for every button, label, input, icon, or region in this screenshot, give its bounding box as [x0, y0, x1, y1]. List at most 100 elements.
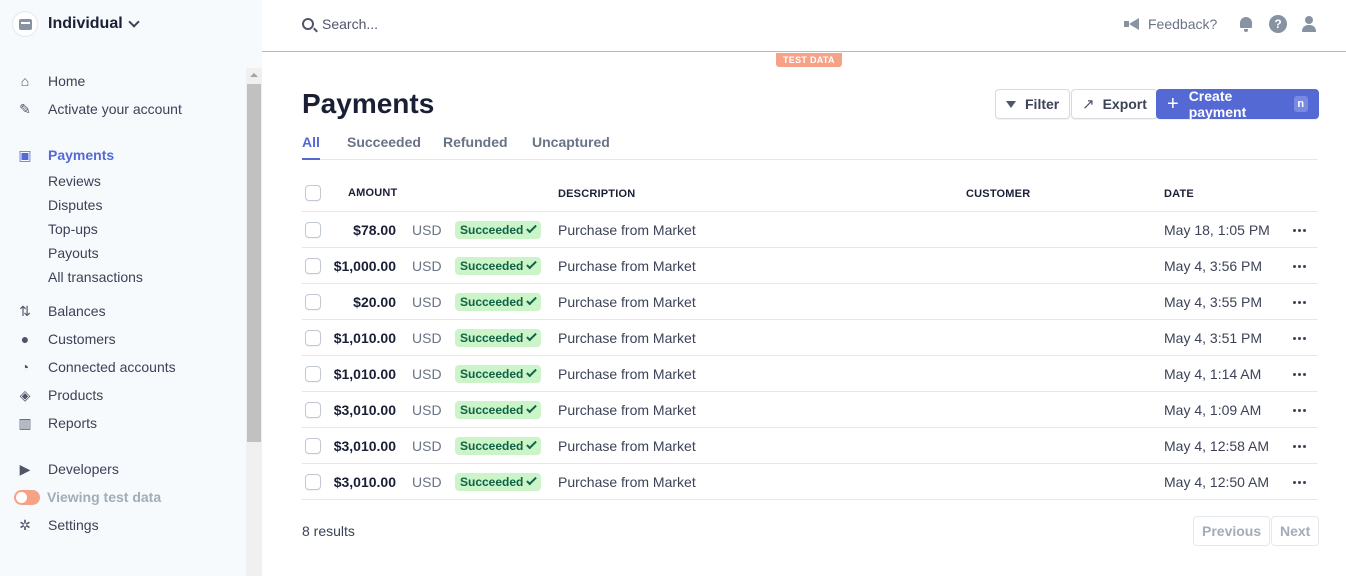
- more-options-icon[interactable]: [1292, 330, 1308, 346]
- tab-refunded[interactable]: Refunded: [443, 134, 508, 160]
- more-options-icon[interactable]: [1292, 438, 1308, 454]
- amount-cell: $20.00: [353, 294, 396, 310]
- tab-all[interactable]: All: [302, 134, 320, 160]
- sidebar-item-reviews[interactable]: Reviews: [48, 171, 101, 191]
- amount-cell: $3,010.00: [333, 438, 396, 454]
- status-label: Succeeded: [460, 439, 524, 453]
- status-badge: Succeeded: [455, 221, 542, 239]
- table-row[interactable]: $3,010.00 USD Succeeded Purchase from Marke…: [302, 392, 1318, 428]
- description-cell: Purchase from Market: [558, 438, 696, 454]
- more-options-icon[interactable]: [1292, 402, 1308, 418]
- customer-icon: ●: [20, 331, 30, 347]
- column-header-description: DESCRIPTION: [558, 188, 636, 200]
- bell-icon[interactable]: [1237, 15, 1255, 33]
- toggle-switch-icon: [14, 489, 40, 505]
- table-row[interactable]: $1,010.00 USD Succeeded Purchase from Marke…: [302, 356, 1318, 392]
- table-row[interactable]: $3,010.00 USD Succeeded Purchase from Marke…: [302, 428, 1318, 464]
- currency-cell: USD: [412, 438, 442, 454]
- user-icon[interactable]: [1300, 15, 1318, 33]
- help-icon[interactable]: ?: [1269, 15, 1287, 33]
- status-badge: Succeeded: [455, 329, 542, 347]
- search-placeholder: Search...: [322, 16, 379, 32]
- table-body: $78.00 USD Succeeded Purchase from Market Ma…: [302, 212, 1318, 500]
- currency-cell: USD: [412, 222, 442, 238]
- more-options-icon[interactable]: [1292, 222, 1308, 238]
- table-row[interactable]: $20.00 USD Succeeded Purchase from Market Ma…: [302, 284, 1318, 320]
- create-payment-label: Create payment: [1188, 88, 1247, 120]
- more-options-icon[interactable]: [1292, 258, 1308, 274]
- row-checkbox[interactable]: [305, 402, 321, 418]
- sidebar-item-payouts[interactable]: Payouts: [48, 243, 99, 263]
- table-row[interactable]: $1,000.00 USD Succeeded Purchase from Marke…: [302, 248, 1318, 284]
- row-checkbox[interactable]: [305, 474, 321, 490]
- account-switcher[interactable]: Individual: [12, 10, 140, 38]
- amount-cell: $3,010.00: [333, 402, 396, 418]
- more-options-icon[interactable]: [1292, 366, 1308, 382]
- scroll-up-icon[interactable]: [250, 73, 258, 77]
- home-icon: ⌂: [20, 73, 30, 89]
- date-cell: May 4, 3:55 PM: [1164, 294, 1263, 310]
- sidebar-item-disputes[interactable]: Disputes: [48, 195, 102, 215]
- results-count: 8 results: [302, 523, 355, 539]
- column-header-customer: CUSTOMER: [966, 188, 1031, 200]
- table-row[interactable]: $78.00 USD Succeeded Purchase from Market Ma…: [302, 212, 1318, 248]
- sidebar-item-customers[interactable]: ● Customers: [16, 328, 116, 350]
- connect-icon: ◔: [20, 359, 30, 375]
- date-cell: May 4, 3:56 PM: [1164, 258, 1263, 274]
- sidebar-item-connected-accounts[interactable]: ◔ Connected accounts: [16, 356, 176, 378]
- tab-uncaptured[interactable]: Uncaptured: [532, 134, 610, 160]
- row-checkbox[interactable]: [305, 222, 321, 238]
- feedback-label: Feedback?: [1148, 16, 1218, 32]
- select-all-checkbox[interactable]: [305, 185, 321, 201]
- sidebar-item-developers[interactable]: ▶ Developers: [16, 458, 119, 480]
- search-input[interactable]: Search...: [302, 16, 378, 32]
- row-checkbox[interactable]: [305, 366, 321, 382]
- column-header-amount: AMOUNT: [348, 187, 398, 199]
- status-label: Succeeded: [460, 403, 524, 417]
- sidebar-item-home[interactable]: ⌂ Home: [16, 70, 86, 92]
- test-data-label: Viewing test data: [47, 489, 162, 505]
- sidebar-item-top-ups[interactable]: Top-ups: [48, 219, 98, 239]
- feedback-button[interactable]: Feedback?: [1124, 16, 1217, 32]
- sidebar-item-products[interactable]: ◈ Products: [16, 384, 104, 406]
- status-label: Succeeded: [460, 331, 524, 345]
- filter-button[interactable]: Filter: [995, 89, 1071, 119]
- row-checkbox[interactable]: [305, 294, 321, 310]
- search-icon: [302, 18, 314, 30]
- page-title: Payments: [302, 88, 435, 119]
- row-checkbox[interactable]: [305, 438, 321, 454]
- test-data-toggle[interactable]: Viewing test data: [14, 486, 162, 508]
- sidebar-item-activate[interactable]: ✎ Activate your account: [16, 98, 182, 120]
- filter-label: Filter: [1025, 96, 1060, 112]
- scrollbar-thumb[interactable]: [247, 84, 261, 442]
- export-button[interactable]: ↗ Export: [1071, 89, 1158, 119]
- tab-succeeded[interactable]: Succeeded: [347, 134, 421, 160]
- create-payment-button[interactable]: + Create payment n: [1156, 88, 1319, 120]
- next-button[interactable]: Next: [1271, 516, 1320, 546]
- row-checkbox[interactable]: [305, 258, 321, 274]
- table-row[interactable]: $3,010.00 USD Succeeded Purchase from Marke…: [302, 464, 1318, 500]
- description-cell: Purchase from Market: [558, 330, 696, 346]
- account-name: Individual: [48, 15, 123, 32]
- sidebar-item-payments[interactable]: ▣ Payments: [16, 144, 114, 166]
- more-options-icon[interactable]: [1292, 474, 1308, 490]
- sidebar-item-reports[interactable]: ▥ Reports: [16, 412, 97, 434]
- table-header: AMOUNT DESCRIPTION CUSTOMER DATE: [302, 176, 1318, 212]
- table-row[interactable]: $1,010.00 USD Succeeded Purchase from Marke…: [302, 320, 1318, 356]
- sidebar-item-balances[interactable]: ⇅ Balances: [16, 300, 105, 322]
- status-badge: Succeeded: [455, 257, 542, 275]
- status-badge: Succeeded: [455, 365, 542, 383]
- row-checkbox[interactable]: [305, 330, 321, 346]
- gear-icon: ✲: [19, 516, 31, 533]
- more-options-icon[interactable]: [1292, 294, 1308, 310]
- sidebar-item-settings[interactable]: ✲ Settings: [16, 514, 98, 536]
- check-icon: [526, 402, 538, 414]
- previous-button[interactable]: Previous: [1193, 516, 1271, 546]
- sidebar: Individual ⌂ Home ✎ Activate your accoun…: [0, 0, 262, 576]
- sidebar-item-label: Activate your account: [48, 101, 182, 117]
- megaphone-icon: [1124, 18, 1140, 30]
- date-cell: May 4, 1:14 AM: [1164, 366, 1262, 382]
- description-cell: Purchase from Market: [558, 402, 696, 418]
- sidebar-scrollbar[interactable]: [246, 68, 262, 576]
- sidebar-item-all-transactions[interactable]: All transactions: [48, 267, 143, 287]
